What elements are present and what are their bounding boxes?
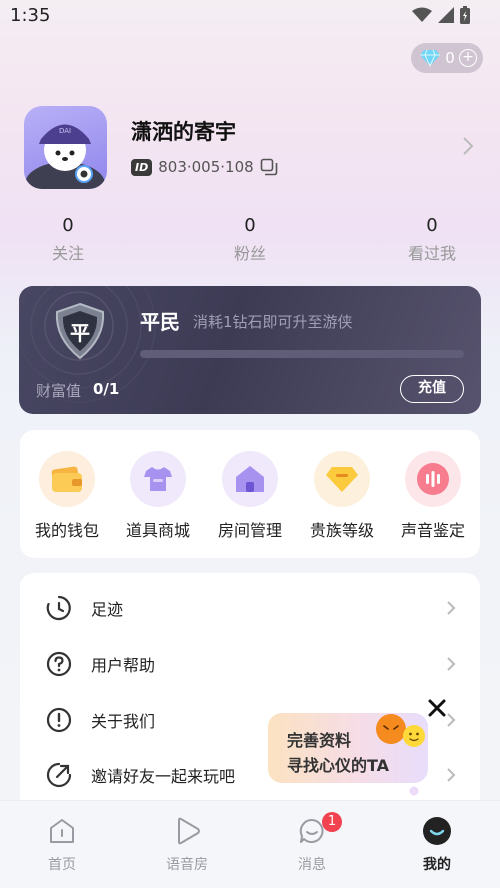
feature-room[interactable]: 房间管理 (210, 451, 290, 541)
rank-shield-icon: 平 (55, 302, 105, 360)
level-title: 平民 (140, 310, 180, 334)
nav-profile[interactable]: 我的 (397, 816, 477, 874)
signal-icon (438, 7, 454, 23)
status-time: 1:35 (10, 5, 51, 26)
stat-following-value: 0 (62, 215, 74, 236)
feature-voice[interactable]: 声音鉴定 (393, 451, 473, 541)
nav-home-label: 首页 (48, 857, 76, 873)
emoji-faces-icon (376, 714, 425, 747)
stat-fans-value: 0 (244, 215, 256, 236)
nav-voice-room-label: 语音房 (166, 857, 208, 873)
wallet-icon (39, 451, 95, 507)
menu-item-about-label: 关于我们 (91, 712, 156, 731)
gem-icon (314, 451, 370, 507)
promo-subtitle: 寻找心仪的TA (287, 756, 390, 775)
battery-icon (460, 6, 470, 24)
play-icon (147, 816, 227, 846)
stat-following-label: 关注 (51, 244, 84, 263)
stat-fans[interactable]: 0 粉丝 (200, 215, 300, 264)
feature-shop[interactable]: 道具商城 (118, 451, 198, 541)
menu-item-help-label: 用户帮助 (91, 656, 156, 675)
close-icon[interactable] (427, 698, 447, 718)
feature-noble[interactable]: 贵族等级 (302, 451, 382, 541)
nav-voice-room[interactable]: 语音房 (147, 816, 227, 874)
voice-icon (405, 451, 461, 507)
feature-noble-label: 贵族等级 (309, 521, 374, 540)
feature-shop-label: 道具商城 (125, 521, 190, 540)
menu-item-help[interactable]: 用户帮助 (20, 636, 480, 692)
stat-fans-label: 粉丝 (233, 244, 266, 263)
profile-icon (397, 816, 477, 846)
share-icon (44, 760, 74, 790)
diamond-icon (420, 49, 440, 67)
info-icon (44, 705, 74, 735)
message-count-badge: 1 (322, 812, 342, 832)
stat-visitors[interactable]: 0 看过我 (382, 215, 482, 264)
diamond-balance-button[interactable]: 0 + (411, 43, 483, 73)
feature-voice-label: 声音鉴定 (400, 521, 465, 540)
feature-wallet-label: 我的钱包 (34, 521, 99, 540)
chevron-right-icon (447, 768, 456, 782)
chevron-right-icon (447, 657, 456, 671)
wealth-value: 0/1 (93, 380, 120, 398)
nav-home[interactable]: 首页 (22, 816, 102, 874)
recharge-button[interactable]: 充值 (400, 375, 464, 403)
stat-visitors-label: 看过我 (407, 244, 456, 263)
level-progress-bar (140, 350, 464, 358)
avatar-character-icon: DAI (25, 124, 105, 189)
house-icon (222, 451, 278, 507)
promo-title: 完善资料 (287, 731, 352, 750)
chevron-right-icon (447, 713, 456, 727)
user-id-number: 803·005·108 (158, 158, 254, 176)
copy-icon[interactable] (260, 158, 278, 176)
username: 潇洒的寄宇 (131, 120, 236, 144)
promo-tail-dot (409, 786, 419, 796)
home-icon (22, 816, 102, 846)
menu-item-footprint-label: 足迹 (91, 600, 124, 619)
question-icon (44, 649, 74, 679)
footprint-icon (44, 593, 74, 623)
wealth-label: 财富值 (36, 382, 82, 400)
menu-item-invite-label: 邀请好友一起来玩吧 (91, 767, 236, 786)
add-diamond-icon[interactable]: + (458, 49, 477, 67)
nav-profile-label: 我的 (423, 857, 451, 873)
chevron-right-icon (447, 601, 456, 615)
nav-messages-label: 消息 (298, 857, 326, 873)
profile-chevron-icon[interactable] (462, 136, 474, 160)
shop-icon (130, 451, 186, 507)
stat-following[interactable]: 0 关注 (18, 215, 118, 264)
rank-shield-char: 平 (70, 321, 90, 345)
feature-room-label: 房间管理 (217, 521, 282, 540)
stat-visitors-value: 0 (426, 215, 438, 236)
svg-text:DAI: DAI (59, 127, 71, 135)
menu-item-footprint[interactable]: 足迹 (20, 580, 480, 636)
diamond-count: 0 (445, 49, 455, 67)
status-icons (412, 6, 470, 24)
level-description: 消耗1钻石即可升至游侠 (193, 313, 353, 331)
user-id-row: ID 803·005·108 (131, 158, 278, 176)
wifi-icon (412, 7, 432, 22)
avatar[interactable]: DAI (24, 106, 107, 189)
id-badge: ID (131, 158, 153, 176)
feature-wallet[interactable]: 我的钱包 (27, 451, 107, 541)
